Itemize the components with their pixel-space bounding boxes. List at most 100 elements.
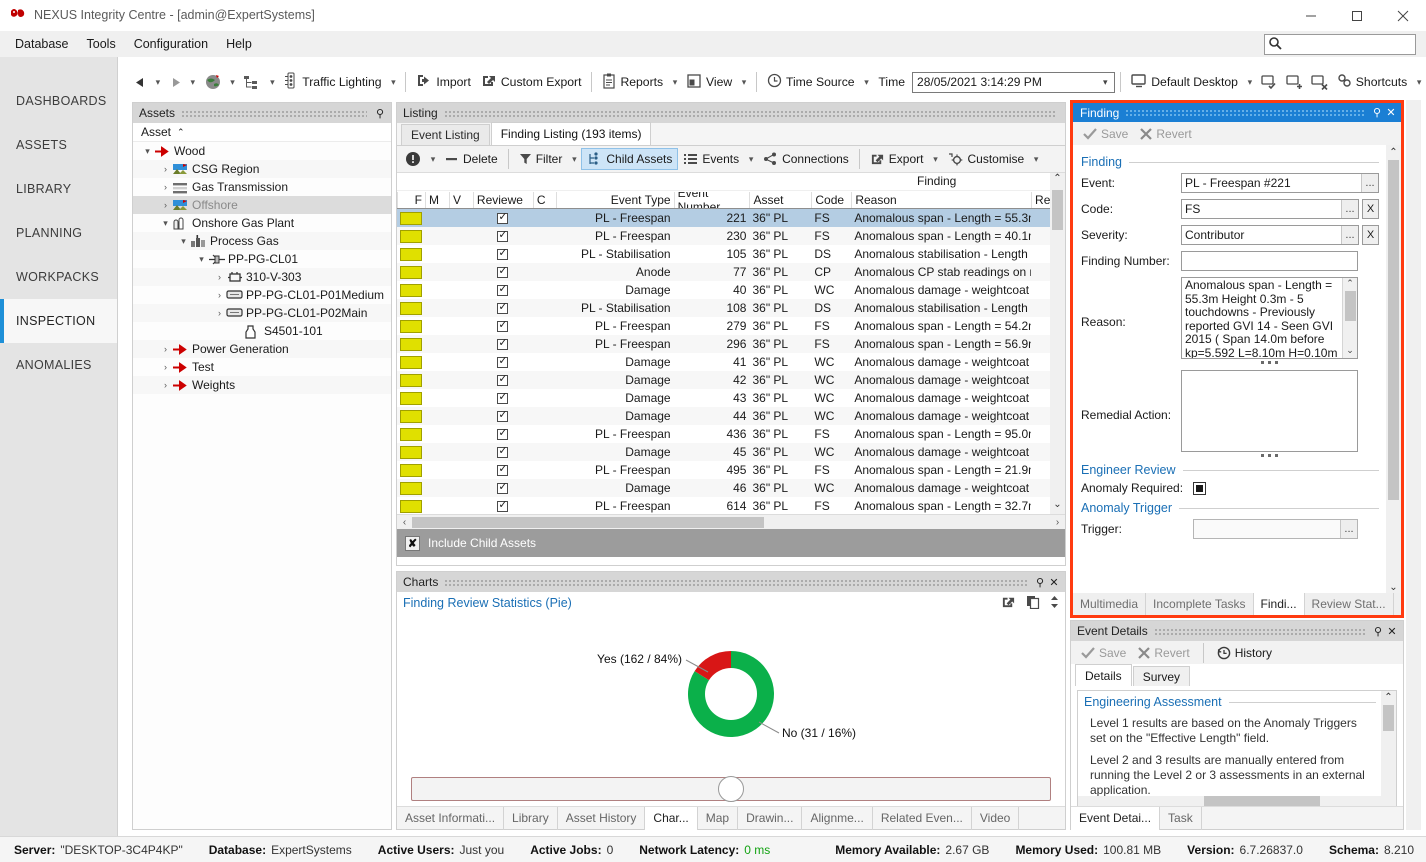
- col-reason[interactable]: Reason: [851, 192, 1031, 208]
- expand-caret-icon[interactable]: ›: [159, 344, 172, 354]
- maximize-button[interactable]: [1334, 0, 1380, 31]
- connections-button[interactable]: Connections: [758, 148, 854, 170]
- import-button[interactable]: Import: [411, 69, 476, 95]
- tab-char[interactable]: Char...: [645, 806, 698, 830]
- tab-review-stat[interactable]: Review Stat...: [1305, 593, 1394, 615]
- tab-multimedia[interactable]: Multimedia: [1073, 593, 1147, 615]
- chart-slider-knob[interactable]: [718, 776, 744, 802]
- sidebar-item-anomalies[interactable]: ANOMALIES: [0, 343, 117, 387]
- trigger-ellipsis-button[interactable]: ...: [1340, 520, 1357, 538]
- reviewed-checkbox[interactable]: [497, 499, 509, 512]
- tree-item-s4501-101[interactable]: S4501-101: [133, 322, 391, 340]
- table-row[interactable]: Anode 77 36" PL CP Anomalous CP stab reading…: [397, 263, 1065, 281]
- workspace-vertical-scrollbar[interactable]: [1406, 100, 1421, 830]
- tree-item-pp-pg-cl01-p01medium[interactable]: › PP-PG-CL01-P01Medium: [133, 286, 391, 304]
- reviewed-checkbox[interactable]: [497, 319, 509, 332]
- pin-icon[interactable]: ⚲: [1370, 106, 1384, 119]
- chart-slider[interactable]: [411, 776, 1051, 802]
- close-icon[interactable]: ✕: [1047, 576, 1061, 589]
- table-row[interactable]: PL - Freespan 230 36" PL FS Anomalous span -…: [397, 227, 1065, 245]
- reviewed-checkbox[interactable]: [497, 427, 509, 440]
- traffic-lighting-caret[interactable]: ▾: [387, 77, 401, 88]
- table-row[interactable]: Damage 42 36" PL WC Anomalous damage - weigh…: [397, 371, 1065, 389]
- menu-tools[interactable]: Tools: [78, 34, 125, 54]
- col-f[interactable]: F: [397, 192, 425, 208]
- col-event-number[interactable]: Event Number: [673, 192, 750, 208]
- menu-database[interactable]: Database: [6, 34, 78, 54]
- tab-survey[interactable]: Survey: [1132, 666, 1191, 686]
- table-row[interactable]: PL - Freespan 495 36" PL FS Anomalous span -…: [397, 461, 1065, 479]
- table-row[interactable]: PL - Stabilisation 108 36" PL DS Anomalous s…: [397, 299, 1065, 317]
- tree-item-offshore[interactable]: › Offshore: [133, 196, 391, 214]
- tree-item-pp-pg-cl01[interactable]: ▾ PP-PG-CL01: [133, 250, 391, 268]
- reviewed-checkbox[interactable]: [497, 265, 509, 278]
- hierarchy-dropdown-caret[interactable]: ▾: [265, 77, 279, 88]
- table-row[interactable]: PL - Stabilisation 105 36" PL DS Anomalous s…: [397, 245, 1065, 263]
- view-button[interactable]: View: [682, 69, 737, 95]
- search-input[interactable]: [1283, 36, 1403, 53]
- scroll-down-arrow[interactable]: ⌄: [1346, 345, 1354, 358]
- collapse-caret-icon[interactable]: ▾: [159, 218, 172, 229]
- table-row[interactable]: PL - Freespan 221 36" PL FS Anomalous span -…: [397, 209, 1065, 227]
- sidebar-item-inspection[interactable]: INSPECTION: [0, 299, 117, 343]
- tab-task[interactable]: Task: [1160, 806, 1202, 830]
- expand-caret-icon[interactable]: ›: [213, 272, 226, 282]
- table-row[interactable]: Damage 44 36" PL WC Anomalous damage - weigh…: [397, 407, 1065, 425]
- event-details-save-button[interactable]: Save: [1077, 644, 1130, 662]
- sidebar-item-dashboards[interactable]: DASHBOARDS: [0, 79, 117, 123]
- col-m[interactable]: M: [424, 192, 449, 208]
- scroll-down-arrow[interactable]: ⌄: [1050, 499, 1065, 514]
- globe-dropdown-caret[interactable]: ▾: [226, 77, 240, 88]
- reviewed-checkbox[interactable]: [497, 463, 509, 476]
- col-code[interactable]: Code: [811, 192, 851, 208]
- pin-icon[interactable]: ⚲: [1371, 625, 1385, 638]
- copy-icon[interactable]: [1026, 595, 1040, 612]
- hierarchy-icon[interactable]: [239, 69, 265, 95]
- tree-item-test[interactable]: › Test: [133, 358, 391, 376]
- expand-caret-icon[interactable]: ›: [159, 362, 172, 372]
- time-source-caret[interactable]: ▾: [860, 77, 874, 88]
- time-combobox[interactable]: 28/05/2021 3:14:29 PM ▾: [912, 71, 1116, 93]
- trigger-input[interactable]: ...: [1193, 519, 1358, 539]
- reviewed-checkbox[interactable]: [497, 409, 509, 422]
- tab-alignme[interactable]: Alignme...: [802, 806, 873, 830]
- scroll-thumb[interactable]: [1052, 190, 1063, 230]
- remedial-action-resize-grip[interactable]: [1181, 454, 1358, 457]
- event-details-history-button[interactable]: History: [1213, 644, 1276, 662]
- scroll-thumb[interactable]: [1388, 160, 1399, 500]
- table-row[interactable]: Damage 40 36" PL WC Anomalous damage - weigh…: [397, 281, 1065, 299]
- grid-horizontal-scrollbar[interactable]: ‹ ›: [397, 514, 1065, 529]
- sidebar-item-assets[interactable]: ASSETS: [0, 123, 117, 167]
- info-caret[interactable]: ▾: [426, 154, 440, 165]
- scroll-track[interactable]: [1386, 160, 1401, 580]
- reviewed-checkbox[interactable]: [497, 391, 509, 404]
- tab-incomplete-tasks[interactable]: Incomplete Tasks: [1146, 593, 1254, 615]
- traffic-lighting-button[interactable]: Traffic Lighting: [279, 69, 386, 95]
- scroll-thumb[interactable]: [1344, 291, 1356, 321]
- updown-icon[interactable]: [1050, 595, 1059, 612]
- delete-button[interactable]: Delete: [440, 148, 503, 170]
- code-input[interactable]: FS ...: [1181, 199, 1359, 219]
- scroll-thumb[interactable]: [1383, 705, 1394, 731]
- child-assets-toggle[interactable]: Child Assets: [581, 148, 679, 170]
- expand-caret-icon[interactable]: ›: [159, 200, 172, 210]
- reviewed-checkbox[interactable]: [497, 337, 509, 350]
- reports-button[interactable]: Reports: [597, 69, 668, 95]
- sidebar-item-planning[interactable]: PLANNING: [0, 211, 117, 255]
- expand-caret-icon[interactable]: ›: [159, 380, 172, 390]
- include-child-assets-checkbox[interactable]: ✘: [405, 535, 420, 551]
- tree-item-csg-region[interactable]: › CSG Region: [133, 160, 391, 178]
- col-asset[interactable]: Asset: [749, 192, 811, 208]
- apply-desktop-icon[interactable]: [1257, 69, 1282, 95]
- severity-clear-button[interactable]: X: [1362, 225, 1379, 245]
- table-row[interactable]: PL - Freespan 436 36" PL FS Anomalous span -…: [397, 425, 1065, 443]
- close-icon[interactable]: ✕: [1385, 625, 1399, 638]
- tab-asset-informati[interactable]: Asset Informati...: [397, 806, 505, 830]
- grid-vertical-scrollbar[interactable]: ⌃ ⌄: [1050, 173, 1065, 514]
- reviewed-checkbox[interactable]: [497, 211, 509, 224]
- scroll-up-arrow[interactable]: ⌃: [1346, 278, 1354, 291]
- collapse-caret-icon[interactable]: ▾: [177, 236, 190, 247]
- view-caret[interactable]: ▾: [737, 77, 751, 88]
- remedial-action-textarea[interactable]: [1181, 370, 1358, 452]
- reviewed-checkbox[interactable]: [497, 229, 509, 242]
